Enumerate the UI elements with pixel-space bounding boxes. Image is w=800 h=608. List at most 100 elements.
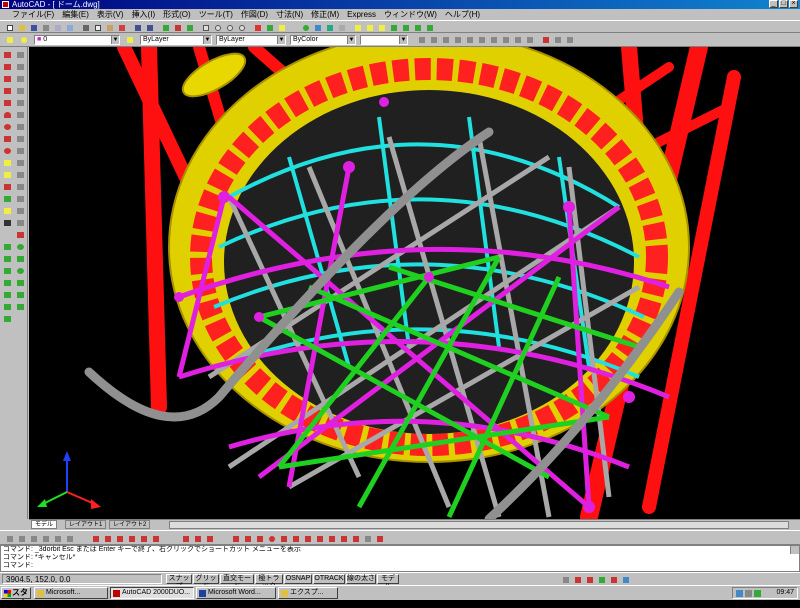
properties-icon[interactable] [252, 22, 262, 32]
view-iso2-icon[interactable] [400, 22, 410, 32]
network-icon[interactable] [736, 590, 743, 597]
snap-midpoint-icon[interactable] [204, 533, 214, 543]
dim-radius-icon[interactable] [40, 533, 50, 543]
snap-parallel-icon[interactable] [314, 533, 324, 543]
lineweight-dropdown[interactable]: ByColor ▼ [290, 35, 356, 45]
drawing-viewport[interactable] [29, 47, 800, 519]
snap-toggle[interactable]: スナップ [166, 574, 192, 590]
shade-icon[interactable] [312, 22, 322, 32]
union-icon[interactable] [3, 303, 12, 311]
snap-intersection-icon[interactable] [230, 533, 240, 543]
menu-tools[interactable]: ツール(T) [197, 9, 235, 20]
chamfer-icon[interactable] [512, 34, 522, 44]
break-tool-icon[interactable] [16, 195, 25, 203]
extend-tool-icon[interactable] [16, 183, 25, 191]
clock[interactable]: 09:47 [776, 589, 794, 596]
dim-linear-icon[interactable] [4, 533, 14, 543]
pan-icon[interactable] [200, 22, 210, 32]
zoom-realtime-icon[interactable] [212, 22, 222, 32]
close-button[interactable]: × [789, 0, 798, 8]
snap-perpendicular-icon[interactable] [302, 533, 312, 543]
extend-icon[interactable] [488, 34, 498, 44]
dim-edit-icon[interactable] [150, 533, 160, 543]
view-iso-icon[interactable] [388, 22, 398, 32]
snap-insert-icon[interactable] [326, 533, 336, 543]
fillet-icon[interactable] [524, 34, 534, 44]
polar-toggle[interactable]: 極トラック [255, 574, 283, 590]
start-button[interactable]: スタート [1, 587, 31, 607]
wedge-solid-icon[interactable] [3, 267, 12, 275]
color-dropdown[interactable]: ByLayer ▼ [140, 35, 212, 45]
design-center-icon[interactable] [264, 22, 274, 32]
make-block-icon[interactable] [3, 171, 12, 179]
linetype-dropdown[interactable]: ByLayer ▼ [216, 35, 286, 45]
paste-icon[interactable] [104, 22, 114, 32]
snap-extension-icon[interactable] [254, 533, 264, 543]
torus-solid-icon[interactable] [16, 267, 25, 275]
ucs-icon[interactable] [184, 22, 194, 32]
copy-object-icon[interactable] [16, 63, 25, 71]
menu-view[interactable]: 表示(V) [95, 9, 126, 20]
view-iso3-icon[interactable] [412, 22, 422, 32]
autocad-app-icon[interactable] [2, 1, 9, 8]
find-icon[interactable] [64, 22, 74, 32]
command-window[interactable]: コマンド: _3dorbit Esc または Enter キーで終了、右クリック… [0, 545, 800, 572]
menu-express[interactable]: Express [345, 10, 378, 19]
sphere-solid-icon[interactable] [16, 243, 25, 251]
menu-edit[interactable]: 編集(E) [60, 9, 91, 20]
hide-icon[interactable] [336, 22, 346, 32]
snap-node-icon[interactable] [338, 533, 348, 543]
osnap-toggle[interactable]: OSNAP [284, 574, 312, 584]
open-file-icon[interactable] [16, 22, 26, 32]
tab-layout2[interactable]: レイアウト2 [109, 520, 151, 529]
region-icon[interactable] [3, 207, 12, 215]
explode-icon[interactable] [540, 34, 550, 44]
dim-continue-icon[interactable] [102, 533, 112, 543]
mirror-tool-icon[interactable] [16, 75, 25, 83]
fillet-tool-icon[interactable] [16, 219, 25, 227]
snap-nearest-icon[interactable] [350, 533, 360, 543]
menu-insert[interactable]: 挿入(I) [130, 9, 158, 20]
tray-icon-5[interactable] [608, 574, 618, 584]
rotate-tool-icon[interactable] [16, 123, 25, 131]
snap-apparent-icon[interactable] [242, 533, 252, 543]
ellipse-icon[interactable] [3, 147, 12, 155]
task-button[interactable]: エクスプ... [278, 587, 338, 599]
trim-tool-icon[interactable] [16, 171, 25, 179]
horizontal-scrollbar[interactable] [169, 521, 789, 529]
match-properties-icon[interactable] [116, 22, 126, 32]
intersect-icon[interactable] [3, 315, 12, 323]
save-icon[interactable] [28, 22, 38, 32]
model-toggle[interactable]: モデル [377, 574, 399, 590]
view-top-icon[interactable] [364, 22, 374, 32]
polygon-icon[interactable] [3, 87, 12, 95]
snap-endpoint-icon[interactable] [192, 533, 202, 543]
array-tool-icon[interactable] [16, 99, 25, 107]
tray-icon-3[interactable] [584, 574, 594, 584]
zoom-previous-icon[interactable] [236, 22, 246, 32]
osnap-icon[interactable] [172, 22, 182, 32]
ime-icon[interactable] [754, 590, 761, 597]
tray-icon-4[interactable] [596, 574, 606, 584]
menu-file[interactable]: ファイル(F) [10, 9, 56, 20]
undo-icon[interactable] [132, 22, 142, 32]
explode-tool-icon[interactable] [16, 231, 25, 239]
task-button[interactable]: Microsoft... [34, 587, 108, 599]
move-icon[interactable] [16, 111, 25, 119]
dim-angular-icon[interactable] [64, 533, 74, 543]
stretch-tool-icon[interactable] [16, 147, 25, 155]
render-icon[interactable] [324, 22, 334, 32]
dim-aligned-icon[interactable] [16, 533, 26, 543]
task-button-autocad[interactable]: AutoCAD 2000DUO... [110, 587, 194, 599]
mirror-icon[interactable] [440, 34, 450, 44]
lengthen-icon[interactable] [564, 34, 574, 44]
print-icon[interactable] [40, 22, 50, 32]
view-side-icon[interactable] [376, 22, 386, 32]
erase-icon[interactable] [16, 51, 25, 59]
slice-icon[interactable] [3, 291, 12, 299]
array-icon[interactable] [452, 34, 462, 44]
tab-model[interactable]: モデル [31, 520, 58, 529]
hatch-icon[interactable] [3, 195, 12, 203]
dim-baseline-icon[interactable] [90, 533, 100, 543]
make-current-icon[interactable] [124, 34, 134, 44]
